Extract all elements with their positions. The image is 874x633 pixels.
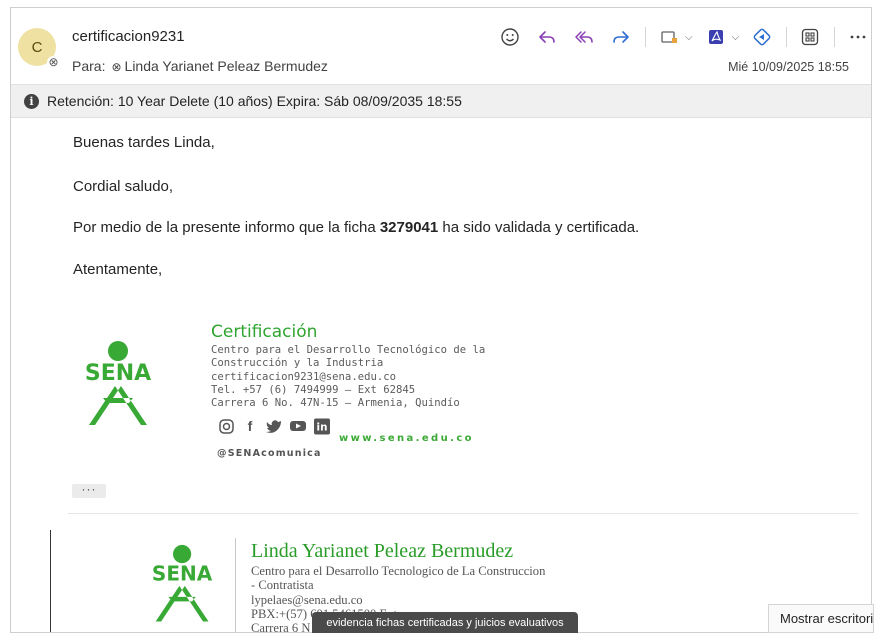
sender-name[interactable]: certificacion9231 (72, 28, 185, 45)
svg-text:in: in (317, 421, 328, 433)
toolbar-separator (645, 27, 646, 47)
message-date: Mié 10/09/2025 18:55 (728, 60, 849, 74)
linkedin-icon[interactable]: in (314, 418, 330, 434)
forward-icon[interactable] (608, 24, 634, 50)
apps-icon[interactable] (656, 24, 682, 50)
retention-text: Retención: 10 Year Delete (10 años) Expi… (47, 93, 462, 109)
grid-icon[interactable] (797, 24, 823, 50)
social-links: f in (218, 418, 338, 434)
pdf-icon[interactable] (703, 24, 729, 50)
immersive-reader-icon[interactable] (749, 24, 775, 50)
website-link[interactable]: www.sena.edu.co (339, 433, 474, 444)
recipients-row: Para: ⊗ Linda Yarianet Peleaz Bermudez (72, 58, 328, 74)
signature-name: Linda Yarianet Peleaz Bermudez (251, 540, 514, 562)
twitter-icon[interactable] (266, 418, 282, 434)
signature-line: - Contratista (251, 578, 314, 593)
signature-line: Centro para el Desarrollo Tecnologico de… (251, 564, 546, 578)
toolbar-separator (834, 27, 836, 47)
youtube-icon[interactable] (290, 418, 306, 434)
chevron-down-icon[interactable]: ⌵ (685, 32, 693, 43)
signature-divider (235, 538, 236, 632)
more-icon[interactable] (845, 24, 871, 50)
signature-email[interactable]: lypelaes@sena.edu.co (251, 593, 545, 607)
greeting-text: Buenas tardes Linda, (73, 134, 215, 151)
closing-text: Atentamente, (73, 261, 163, 278)
signature-phone: Tel. +57 (6) 7494999 – Ext 62845 (211, 383, 416, 396)
ficha-number: 3279041 (379, 219, 439, 236)
signature-line: Construcción y la Industria (211, 357, 384, 370)
signature-email[interactable]: certificacion9231@sena.edu.co (211, 371, 485, 384)
quote-bar (50, 530, 51, 632)
toolbar-separator (786, 27, 788, 47)
signature-block: Certificación Centro para el Desarrollo … (211, 321, 485, 410)
to-label: Para: (72, 58, 106, 74)
emoji-icon[interactable] (497, 24, 523, 50)
show-desktop-button[interactable]: Mostrar escritorio (768, 604, 874, 633)
message-header: C ⊗ certificacion9231 Para: ⊗ Linda Yarian… (11, 8, 871, 84)
recipient-status-icon: ⊗ (111, 60, 122, 74)
sena-logo: SENA (71, 340, 167, 435)
facebook-icon[interactable]: f (242, 418, 258, 434)
reply-icon[interactable] (534, 24, 560, 50)
signature-line: Centro para el Desarrollo Tecnológico de… (211, 344, 486, 356)
info-icon: i (24, 93, 39, 109)
message-text: Por medio de la presente informo que la … (73, 219, 640, 236)
instagram-icon[interactable] (218, 418, 234, 434)
retention-banner: i Retención: 10 Year Delete (10 años) Ex… (11, 84, 871, 118)
signature-address: Carrera 6 No. 47N-15 – Armenia, Quindío (211, 397, 460, 410)
divider (68, 513, 858, 514)
blocked-status-icon: ⊗ (47, 55, 60, 69)
taskbar-tooltip: evidencia fichas certificadas y juicios … (312, 612, 578, 633)
sena-logo-text: SENA (152, 561, 213, 585)
social-handle: @SENAcomunica (217, 448, 322, 459)
sena-logo: SENA (139, 544, 227, 631)
recipient-name[interactable]: Linda Yarianet Peleaz Bermudez (125, 58, 328, 74)
chevron-down-icon[interactable]: ⌵ (732, 32, 740, 43)
reply-all-icon[interactable] (571, 24, 597, 50)
salutation-text: Cordial saludo, (73, 178, 174, 195)
signature-title: Certificación (211, 322, 318, 342)
sena-logo-text: SENA (85, 361, 151, 386)
email-reading-pane: C ⊗ certificacion9231 Para: ⊗ Linda Yarian… (10, 7, 872, 633)
message-toolbar: ⌵ ⌵ (497, 24, 871, 50)
show-more-button[interactable]: ··· (72, 483, 106, 498)
